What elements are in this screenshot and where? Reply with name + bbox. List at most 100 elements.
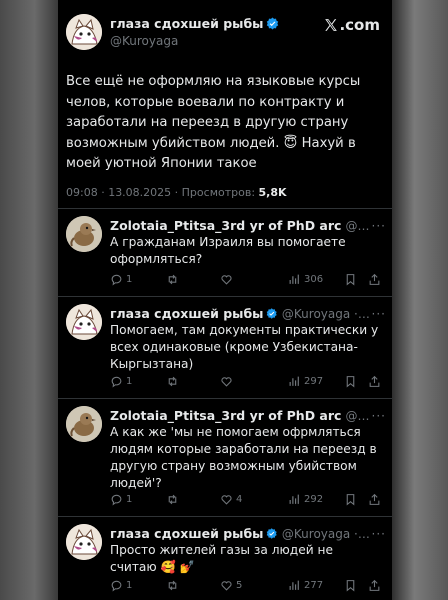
more-options-icon[interactable]: ··· [372, 409, 386, 423]
comment-icon [111, 274, 122, 286]
like-button[interactable] [220, 375, 288, 388]
divider [58, 516, 392, 517]
reply-actions: 1 306 [110, 272, 386, 286]
reply-text: А как же 'мы не помогаем офрмляться людя… [110, 425, 377, 490]
avatar[interactable] [66, 14, 102, 50]
background-right [392, 0, 448, 600]
share-button[interactable] [368, 579, 381, 592]
reply-count: 1 [126, 579, 133, 591]
bookmark-button[interactable] [344, 273, 368, 286]
reply-button[interactable]: 1 [110, 273, 166, 286]
repost-icon [168, 494, 177, 504]
verified-badge-icon [267, 308, 278, 319]
more-options-icon[interactable]: ··· [372, 219, 386, 233]
author-name[interactable]: глаза сдохшей рыбы [110, 306, 263, 321]
view-count: 306 [304, 273, 324, 285]
share-icon [369, 375, 380, 387]
bookmark-icon [346, 375, 355, 388]
reply-count: 1 [126, 273, 133, 285]
repost-button[interactable] [166, 579, 220, 592]
reply-header: глаза сдохшей рыбы @Kuroyaga · 5 ч. ··· [110, 526, 386, 541]
share-button[interactable] [368, 493, 381, 506]
repost-button[interactable] [166, 273, 220, 286]
x-icon [325, 19, 338, 31]
reply-actions: 1 297 [110, 374, 386, 388]
views-chart-icon [289, 274, 299, 284]
cat-avatar-icon [66, 14, 102, 50]
repost-button[interactable] [166, 493, 220, 506]
reply-header: Zolotaia_Ptitsa_3rd yr of PhD arc @sel..… [110, 408, 386, 423]
views-chart-icon [289, 376, 299, 386]
post-time[interactable]: 09:08 · 13.08.2025 · Просмотров: [66, 186, 259, 199]
reply-count: 1 [126, 493, 133, 505]
like-button[interactable]: 4 [220, 493, 288, 506]
heart-icon [221, 494, 232, 505]
repost-icon [168, 580, 177, 590]
views-button[interactable]: 306 [288, 273, 344, 286]
reply-button[interactable]: 1 [110, 493, 166, 506]
author-handle[interactable]: @sel... · 5 ч. [345, 409, 371, 423]
background-left [0, 0, 58, 600]
author-name[interactable]: глаза сдохшей рыбы [110, 16, 263, 31]
views-chart-icon [289, 494, 299, 504]
like-count: 4 [236, 493, 243, 505]
view-count: 297 [304, 375, 324, 387]
share-icon [369, 579, 380, 591]
reply-actions: 1 5 277 [110, 578, 386, 592]
verified-badge-icon [267, 17, 279, 30]
reply-button[interactable]: 1 [110, 375, 166, 388]
like-button[interactable]: 5 [220, 579, 288, 592]
like-button[interactable] [220, 273, 288, 286]
views-button[interactable]: 292 [288, 493, 344, 506]
like-count: 5 [236, 579, 243, 591]
bookmark-button[interactable] [344, 579, 368, 592]
reply-text: А гражданам Израиля вы помогаете оформля… [110, 235, 346, 266]
share-icon [369, 273, 380, 285]
reply-text: Помогаем, там документы практически у вс… [110, 323, 379, 371]
cat-avatar-icon [66, 304, 102, 340]
bookmark-button[interactable] [344, 375, 368, 388]
tweet-card: глаза сдохшей рыбы @Kuroyaga .com Все ещ… [58, 0, 392, 600]
heart-icon [221, 580, 232, 591]
reply-button[interactable]: 1 [110, 579, 166, 592]
comment-icon [111, 580, 122, 592]
repost-button[interactable] [166, 375, 220, 388]
bird-avatar-icon [66, 406, 102, 442]
author-handle[interactable]: @Kuroyaga [110, 34, 279, 48]
cat-avatar-icon [66, 524, 102, 560]
avatar[interactable] [66, 216, 102, 252]
avatar[interactable] [66, 406, 102, 442]
post-views: 5,8K [258, 186, 287, 199]
author-name[interactable]: Zolotaia_Ptitsa_3rd yr of PhD arc [110, 218, 341, 233]
author-handle[interactable]: @Kuroyaga · 5 ч. [282, 307, 372, 321]
reply-header: Zolotaia_Ptitsa_3rd yr of PhD arc @sel..… [110, 218, 386, 233]
more-options-icon[interactable]: ··· [372, 307, 386, 321]
repost-icon [168, 376, 177, 386]
post-text: Все ещё не оформляю на языковые курсы че… [66, 74, 361, 171]
more-options-icon[interactable]: ··· [372, 527, 386, 541]
author-handle[interactable]: @sel... · 5 ч. [345, 219, 371, 233]
bookmark-icon [346, 493, 355, 506]
view-count: 277 [304, 579, 324, 591]
avatar[interactable] [66, 304, 102, 340]
heart-icon [221, 274, 232, 285]
bookmark-button[interactable] [344, 493, 368, 506]
bookmark-icon [346, 579, 355, 592]
views-button[interactable]: 297 [288, 375, 344, 388]
divider [58, 296, 392, 297]
views-chart-icon [289, 580, 299, 590]
divider [58, 208, 392, 209]
site-domain: .com [339, 16, 380, 34]
heart-icon [221, 376, 232, 387]
views-button[interactable]: 277 [288, 579, 344, 592]
avatar[interactable] [66, 524, 102, 560]
comment-icon [111, 376, 122, 388]
repost-icon [168, 274, 177, 284]
share-button[interactable] [368, 273, 381, 286]
share-button[interactable] [368, 375, 381, 388]
author-handle[interactable]: @Kuroyaga · 5 ч. [282, 527, 372, 541]
share-icon [369, 493, 380, 505]
author-name[interactable]: Zolotaia_Ptitsa_3rd yr of PhD arc [110, 408, 341, 423]
author-name[interactable]: глаза сдохшей рыбы [110, 526, 263, 541]
x-logo[interactable]: .com [324, 16, 380, 34]
